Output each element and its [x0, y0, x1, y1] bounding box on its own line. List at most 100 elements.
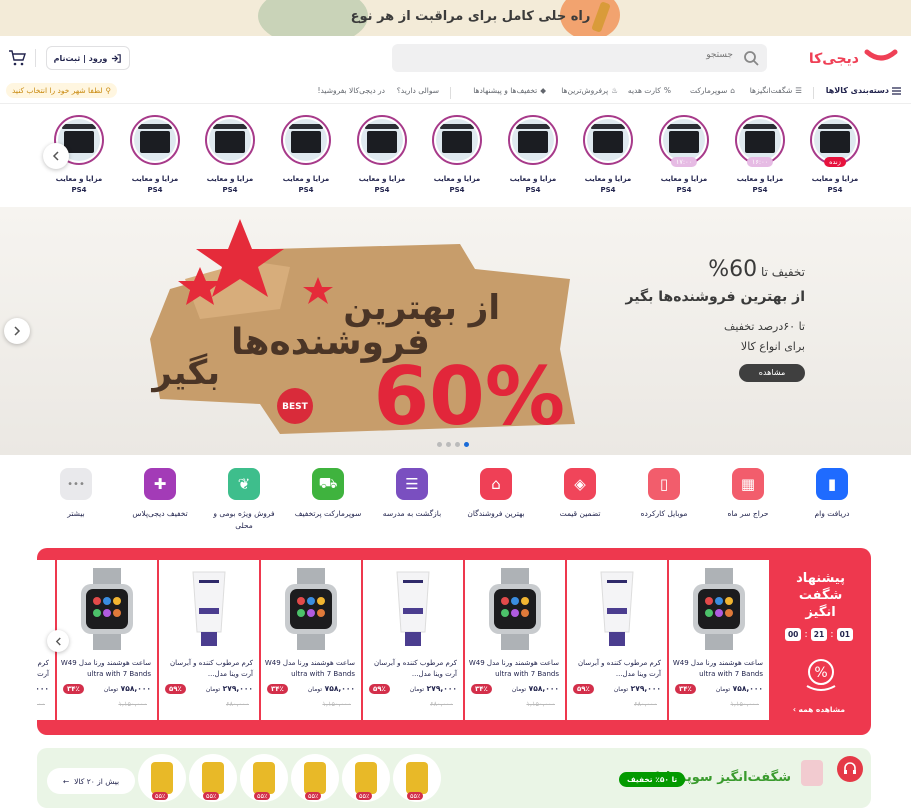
category-item[interactable]: ⛟ سوپرمارکت پرتخفیف [288, 468, 368, 520]
discount-badge: ۵۹٪ [369, 684, 390, 694]
old-price: ۶۸۰,۰۰۰ [633, 700, 657, 708]
story-item[interactable]: مزایا و معایب PS4 [505, 115, 561, 196]
amazing-product-card[interactable]: ساعت هوشمند ورنا مدل W49 ultra with 7 Ba… [261, 560, 361, 720]
smartwatch-image [285, 568, 337, 650]
stories-next-button[interactable] [43, 143, 69, 169]
nav-item-supermarket[interactable]: ⌂ سوپرمارکت [690, 86, 735, 95]
supermarket-more-button[interactable]: بیش از ۲۰ کالا ← [47, 768, 135, 794]
nav-label: شگفت‌انگیزها [749, 86, 793, 95]
hero-line2: از بهترین فروشنده‌ها بگیر [625, 289, 805, 305]
nav-item-gift-card[interactable]: % کارت هدیه [628, 86, 671, 95]
cream-tube-image [396, 571, 430, 646]
old-price: ۶۸۰,۰۰۰ [37, 700, 45, 708]
story-title: مزایا و معایب [736, 175, 784, 183]
carousel-dot[interactable] [455, 442, 460, 447]
category-item[interactable]: ❦ فروش ویژه بومی و محلی [204, 468, 284, 532]
supermarket-item[interactable]: ۵۵٪ [342, 754, 390, 802]
story-thumbnail [512, 119, 554, 161]
amazing-product-card[interactable]: کرم مرطوب کننده و آبرسان آرت وینا مدل...… [363, 560, 463, 720]
header-divider [35, 49, 36, 67]
supermarket-item[interactable]: ۵۵٪ [138, 754, 186, 802]
nav-categories[interactable]: دسته‌بندی کالاها [826, 86, 901, 95]
digikala-logo[interactable]: دیجی‌کالا [809, 46, 899, 70]
story-item[interactable]: مزایا و معایب PS4 [278, 115, 334, 196]
product-price: ۲۷۹,۰۰۰ تومان [206, 684, 253, 693]
story-item[interactable]: مزایا و معایب PS4 [580, 115, 636, 196]
category-item[interactable]: ☰ بازگشت به مدرسه [372, 468, 452, 520]
support-icon[interactable] [837, 756, 863, 782]
search-input[interactable] [433, 50, 733, 60]
category-item[interactable]: ⌂ بهترین فروشندگان [456, 468, 536, 520]
supermarket-item[interactable]: ۵۵٪ [240, 754, 288, 802]
price-value: ۷۵۸,۰۰۰ [324, 684, 355, 693]
supermarket-item[interactable]: ۵۵٪ [291, 754, 339, 802]
product-pack-image [406, 762, 428, 794]
supermarket-section: شگفت‌انگیز سوپرمارکتی تا ۵۰٪ تخفیف ۵۵٪ ۵۵… [37, 748, 871, 808]
story-item[interactable]: ۱۷:۰۰ مزایا و معایب PS4 [656, 115, 712, 196]
search-box[interactable] [392, 44, 767, 72]
category-label: دریافت وام [814, 509, 850, 518]
supermarket-item[interactable]: ۵۵٪ [189, 754, 237, 802]
category-item[interactable]: ▦ حراج سر ماه [708, 468, 788, 520]
amazing-product-card[interactable]: کرم مرطوب کننده و آبرسان آرت وینا مدل...… [159, 560, 259, 720]
hero-line1-prefix: تخفیف تا [760, 265, 805, 279]
story-item[interactable]: مزایا و معایب PS4 [127, 115, 183, 196]
top-banner-text: راه حلی کامل برای مراقبت از هر نوع [350, 9, 591, 24]
product-price: ۲۷۹,۰۰۰ تومان [614, 684, 661, 693]
category-item[interactable]: ◈ تضمین قیمت [540, 468, 620, 520]
carousel-dot[interactable] [446, 442, 451, 447]
story-thumbnail [285, 119, 327, 161]
hero-art-line3: بگیر [150, 353, 220, 393]
more-icon: ••• [60, 468, 92, 500]
cart-icon[interactable] [8, 49, 26, 67]
nav-item-offers[interactable]: ◆ تخفیف‌ها و پیشنهادها [473, 86, 546, 95]
nav-label: سوپرمارکت [689, 86, 728, 95]
loan-icon: ▮ [816, 468, 848, 500]
story-avatar-ring [357, 115, 407, 165]
discount-badge: ۳۴٪ [471, 684, 492, 694]
story-item[interactable]: زنده مزایا و معایب PS4 [807, 115, 863, 196]
category-item[interactable]: ▮ دریافت وام [792, 468, 872, 520]
category-item[interactable]: ✚ تخفیف دیجی‌پلاس [120, 468, 200, 520]
story-item[interactable]: مزایا و معایب PS4 [202, 115, 258, 196]
chevron-left-icon [55, 637, 62, 646]
login-button[interactable]: ورود | ثبت‌نام [46, 46, 130, 70]
category-label: موبایل کارکرده [640, 509, 688, 518]
amazing-product-card[interactable]: ساعت هوشمند ورنا مدل W49 ultra with 7 Ba… [57, 560, 157, 720]
hero-banner[interactable]: از بهترین فروشنده‌ها بگیر 60% BEST تخفیف… [0, 207, 911, 455]
amazing-product-card[interactable]: ساعت هوشمند ورنا مدل W49 ultra with 7 Ba… [465, 560, 565, 720]
see-all-link[interactable]: مشاهده همه › [793, 705, 845, 714]
story-badge: ۱۷:۰۰ [670, 157, 698, 167]
amazing-product-card[interactable]: ساعت هوشمند ورنا مدل W49 ultra with 7 Ba… [669, 560, 769, 720]
hero-prev-button[interactable] [4, 318, 30, 344]
supermarket-item[interactable]: ۵۵٪ [393, 754, 441, 802]
nav-item-sell[interactable]: در دیجی‌کالا بفروشید! [317, 86, 385, 95]
old-price: ۶۸۰,۰۰۰ [429, 700, 453, 708]
amazing-percent-icon: % [801, 656, 841, 692]
top-promo-banner[interactable]: راه حلی کامل برای مراقبت از هر نوع [0, 0, 911, 36]
carousel-dot-active[interactable] [464, 442, 469, 447]
discount-badge: ۳۴٪ [267, 684, 288, 694]
nav-item-amazing[interactable]: ☰ شگفت‌انگیزها [750, 86, 802, 95]
city-selector[interactable]: ⚲ لطفا شهر خود را انتخاب کنید [6, 83, 118, 98]
item-discount-badge: ۵۵٪ [305, 792, 322, 800]
story-title: مزایا و معایب [584, 175, 632, 183]
story-item[interactable]: مزایا و معایب PS4 [429, 115, 485, 196]
nav-label: تخفیف‌ها و پیشنهادها [473, 86, 538, 95]
category-item[interactable]: ▯ موبایل کارکرده [624, 468, 704, 520]
story-avatar-ring [130, 115, 180, 165]
carousel-dot[interactable] [437, 442, 442, 447]
hero-art-percent: 60% [374, 350, 565, 443]
story-title: مزایا و معایب [433, 175, 481, 183]
product-price: ۷۵۸,۰۰۰ تومان [716, 684, 763, 693]
story-item[interactable]: ۱۶:۰۰ مزایا و معایب PS4 [732, 115, 788, 196]
hero-cta-button[interactable]: مشاهده [739, 364, 805, 382]
nav-item-faq[interactable]: سوالی دارید؟ [397, 86, 439, 95]
product-name: ساعت هوشمند ورنا مدل W49 ultra with 7 Ba… [468, 659, 559, 678]
product-name: کرم مرطوب کننده و آبرسان آرت وینا مدل... [578, 659, 661, 678]
nav-item-bestsellers[interactable]: ♨ پرفروش‌ترین‌ها [561, 86, 618, 95]
story-item[interactable]: مزایا و معایب PS4 [354, 115, 410, 196]
amazing-next-button[interactable] [47, 630, 69, 652]
category-item[interactable]: ••• بیشتر [36, 468, 116, 520]
amazing-product-card[interactable]: کرم مرطوب کننده و آبرسان آرت وینا مدل...… [567, 560, 667, 720]
